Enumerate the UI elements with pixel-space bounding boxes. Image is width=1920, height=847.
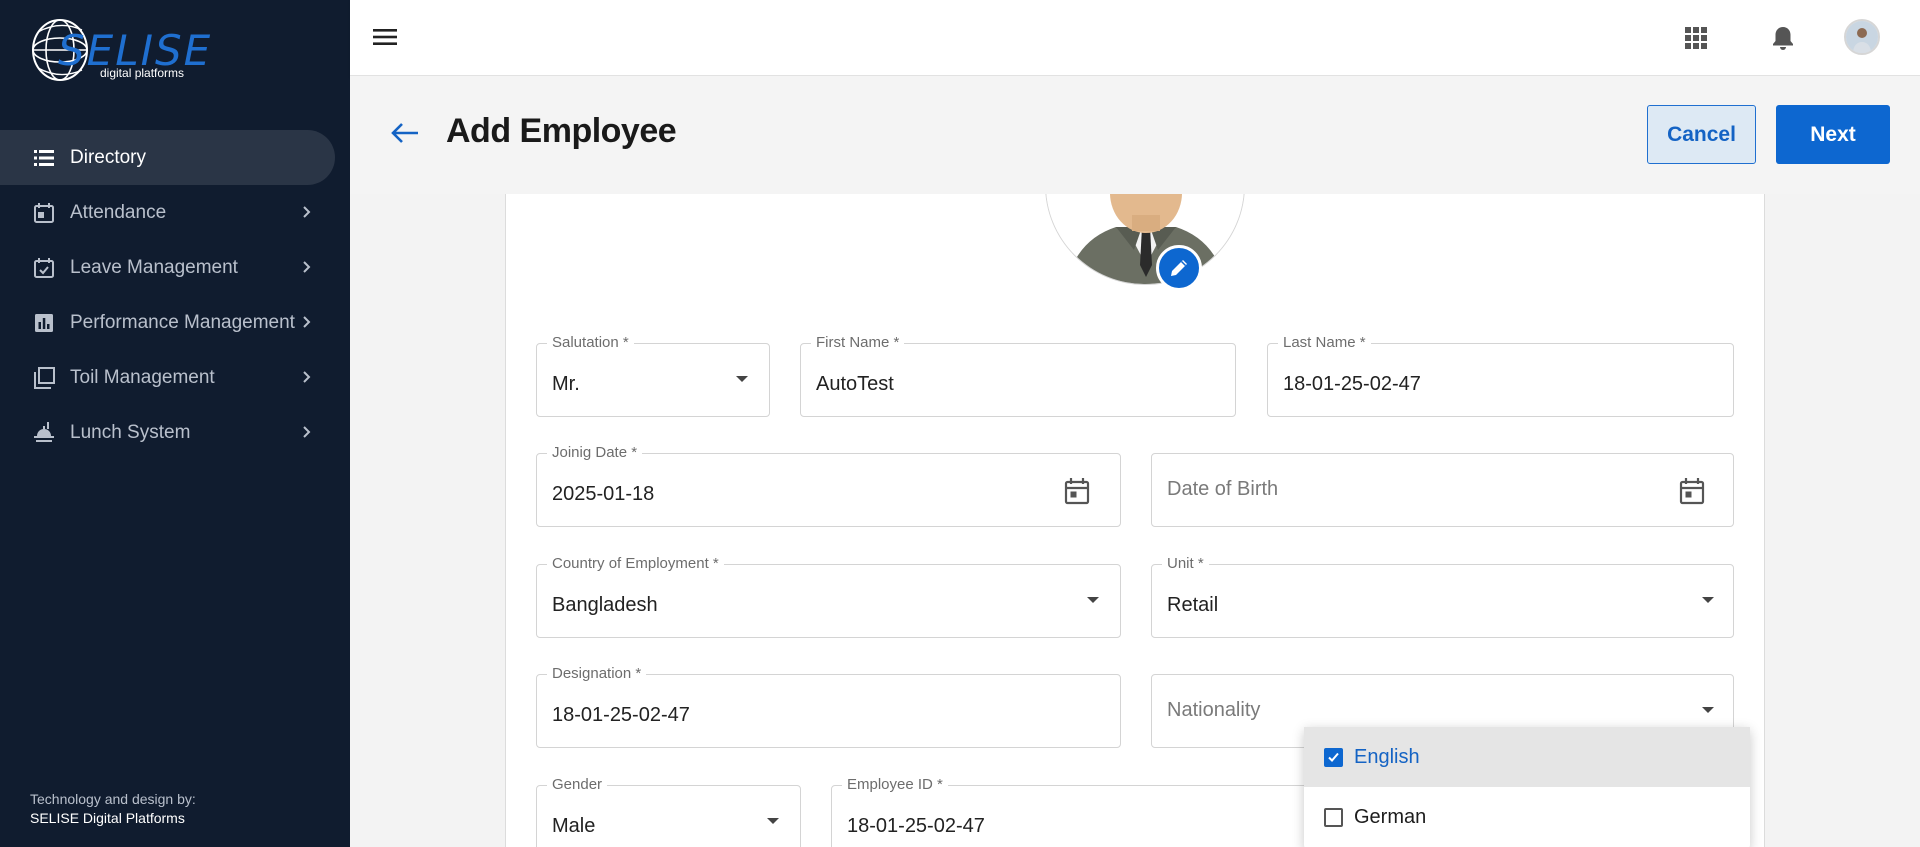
profile-photo <box>1045 194 1245 291</box>
gender-value: Male <box>552 815 596 837</box>
date-of-birth-placeholder: Date of Birth <box>1167 478 1279 500</box>
calendar-icon[interactable] <box>1679 477 1705 505</box>
stack-icon <box>32 366 56 390</box>
back-arrow-icon[interactable] <box>390 121 420 145</box>
employee-id-field[interactable]: Employee ID * 18-01-25-02-47 <box>831 776 1331 847</box>
nationality-placeholder: Nationality <box>1167 699 1261 721</box>
user-photo-icon <box>1846 21 1878 53</box>
page-header: Add Employee Cancel Next <box>350 76 1920 194</box>
menu-icon[interactable] <box>372 26 398 48</box>
sidebar-item-performance-management[interactable]: Performance Management <box>0 295 350 350</box>
dropdown-caret-icon <box>1702 707 1714 713</box>
sidebar-item-label: Attendance <box>70 201 167 223</box>
sidebar-item-attendance[interactable]: Attendance <box>0 185 350 240</box>
chevron-right-icon <box>303 261 311 273</box>
date-of-birth-field[interactable]: Date of Birth <box>1151 453 1734 527</box>
first-name-field[interactable]: First Name * AutoTest <box>800 334 1236 417</box>
calendar-check-icon <box>32 256 56 280</box>
chevron-right-icon <box>303 426 311 438</box>
unit-label: Unit * <box>1162 555 1209 572</box>
footer-credit-label: Technology and design by: <box>30 791 196 807</box>
first-name-value: AutoTest <box>816 373 894 395</box>
sidebar-item-label: Leave Management <box>70 256 238 278</box>
joining-date-field[interactable]: Joinig Date * 2025-01-18 <box>536 444 1121 527</box>
food-icon <box>32 421 56 445</box>
salutation-select[interactable]: Salutation * Mr. <box>536 334 770 417</box>
checkbox-unchecked-icon[interactable] <box>1324 807 1343 827</box>
designation-value: 18-01-25-02-47 <box>552 704 690 726</box>
gender-label: Gender <box>547 776 608 793</box>
language-option-english[interactable]: English <box>1304 727 1750 787</box>
chevron-right-icon <box>303 371 311 383</box>
unit-select[interactable]: Unit * Retail <box>1151 555 1734 638</box>
footer-company-name: SELISE Digital Platforms <box>30 810 185 826</box>
chevron-right-icon <box>303 316 311 328</box>
bar-chart-icon <box>32 311 56 335</box>
country-label: Country of Employment * <box>547 555 724 572</box>
apps-grid-icon[interactable] <box>1683 25 1709 51</box>
edit-photo-button[interactable] <box>1156 245 1202 291</box>
first-name-label: First Name * <box>811 334 905 351</box>
sidebar-item-label: Directory <box>70 146 147 168</box>
selise-logo[interactable]: SELISE digital platforms <box>30 14 210 86</box>
dropdown-caret-icon <box>1087 597 1099 603</box>
language-dropdown-panel: English German <box>1304 727 1750 847</box>
last-name-field[interactable]: Last Name * 18-01-25-02-47 <box>1267 334 1734 417</box>
sidebar-footer: Technology and design by: SELISE Digital… <box>30 790 196 828</box>
dropdown-caret-icon <box>1702 597 1714 603</box>
employee-id-label: Employee ID * <box>842 776 948 793</box>
cancel-button[interactable]: Cancel <box>1647 105 1756 164</box>
sidebar-item-label: Toil Management <box>70 366 215 388</box>
sidebar-item-directory[interactable]: Directory <box>0 130 335 185</box>
last-name-value: 18-01-25-02-47 <box>1283 373 1421 395</box>
brand-tagline: digital platforms <box>100 66 185 80</box>
country-of-employment-select[interactable]: Country of Employment * Bangladesh <box>536 555 1121 638</box>
designation-label: Designation * <box>547 665 647 682</box>
unit-value: Retail <box>1167 594 1219 616</box>
page-title: Add Employee <box>446 112 677 150</box>
dropdown-caret-icon <box>736 376 748 382</box>
notification-bell-icon[interactable] <box>1769 24 1797 52</box>
sidebar-item-toil-management[interactable]: Toil Management <box>0 350 350 405</box>
sidebar-item-label: Lunch System <box>70 421 191 443</box>
dropdown-caret-icon <box>767 818 779 824</box>
language-option-german[interactable]: German <box>1304 787 1750 847</box>
language-option-label: English <box>1354 745 1420 768</box>
gender-select[interactable]: Gender Male <box>536 776 801 847</box>
joining-date-value: 2025-01-18 <box>552 483 655 505</box>
last-name-label: Last Name * <box>1278 334 1371 351</box>
person-placeholder-icon <box>1046 194 1244 284</box>
calendar-icon[interactable] <box>1064 477 1090 505</box>
sidebar-item-lunch-system[interactable]: Lunch System <box>0 405 350 460</box>
user-avatar[interactable] <box>1844 19 1880 55</box>
profile-photo-frame <box>1045 194 1245 285</box>
sidebar-item-label: Performance Management <box>70 311 295 333</box>
salutation-value: Mr. <box>552 373 580 395</box>
list-icon <box>32 146 56 170</box>
designation-field[interactable]: Designation * 18-01-25-02-47 <box>536 665 1121 748</box>
joining-date-label: Joinig Date * <box>547 444 643 461</box>
country-value: Bangladesh <box>552 594 658 616</box>
sidebar-item-leave-management[interactable]: Leave Management <box>0 240 350 295</box>
checkbox-checked-icon[interactable] <box>1324 747 1343 767</box>
chevron-right-icon <box>303 206 311 218</box>
language-option-label: German <box>1354 805 1427 828</box>
salutation-label: Salutation * <box>547 334 634 351</box>
employee-id-value: 18-01-25-02-47 <box>847 815 985 837</box>
next-button[interactable]: Next <box>1776 105 1890 164</box>
sidebar-nav: Directory Attendance Leave Management Pe… <box>0 130 350 460</box>
top-bar <box>350 0 1920 76</box>
calendar-icon <box>32 201 56 225</box>
sidebar: SELISE digital platforms Directory Atten… <box>0 0 350 847</box>
pencil-icon <box>1171 260 1187 276</box>
